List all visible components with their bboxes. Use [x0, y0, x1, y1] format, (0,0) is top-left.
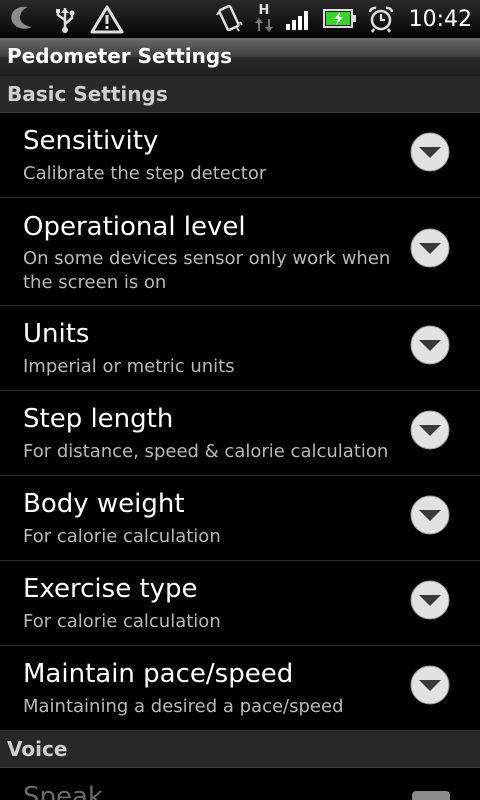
vibrate-icon: [215, 4, 243, 34]
speak-checkbox[interactable]: [412, 791, 450, 800]
pref-summary: For calorie calculation: [23, 611, 221, 632]
pref-summary: For distance, speed & calorie calculatio…: [23, 441, 389, 462]
clock: 10:42: [408, 6, 472, 32]
dropdown-arrow-icon[interactable]: [410, 495, 450, 535]
data-transfer-icon: H: [253, 2, 275, 36]
pref-step-length[interactable]: Step length For distance, speed & calori…: [0, 391, 480, 476]
pref-summary: Calibrate the step detector: [23, 163, 267, 184]
pref-body-weight[interactable]: Body weight For calorie calculation: [0, 476, 480, 561]
battery-charging-icon: [322, 8, 357, 30]
pref-speak[interactable]: Speak: [0, 768, 480, 800]
pref-title: Sensitivity: [23, 126, 159, 156]
pref-maintain-pace[interactable]: Maintain pace/speed Maintaining a desire…: [0, 646, 480, 731]
pref-exercise-type[interactable]: Exercise type For calorie calculation: [0, 561, 480, 646]
dropdown-arrow-icon[interactable]: [410, 132, 450, 172]
pref-summary: Imperial or metric units: [23, 356, 235, 377]
dropdown-arrow-icon[interactable]: [410, 410, 450, 450]
pref-title: Speak: [23, 782, 103, 800]
app-icon: [6, 4, 40, 34]
category-label: Basic Settings: [7, 82, 168, 106]
pref-title: Exercise type: [23, 574, 198, 604]
warning-icon: [90, 4, 124, 34]
category-basic-settings: Basic Settings: [0, 76, 480, 113]
status-bar: H 10:42: [0, 0, 480, 38]
pref-summary: On some devices sensor only work when th…: [23, 248, 391, 293]
pref-title: Body weight: [23, 489, 185, 519]
dropdown-arrow-icon[interactable]: [410, 580, 450, 620]
pref-operational-level[interactable]: Operational level On some devices sensor…: [0, 198, 480, 306]
dropdown-arrow-icon[interactable]: [410, 228, 450, 268]
category-label: Voice: [7, 737, 68, 761]
dropdown-arrow-icon[interactable]: [410, 665, 450, 705]
pref-title: Units: [23, 319, 90, 349]
signal-icon: [285, 6, 313, 32]
pref-title: Step length: [23, 404, 174, 434]
pref-sensitivity[interactable]: Sensitivity Calibrate the step detector: [0, 112, 480, 198]
page-title: Pedometer Settings: [7, 44, 233, 68]
svg-text:H: H: [258, 3, 269, 18]
title-bar: Pedometer Settings: [0, 38, 480, 77]
dropdown-arrow-icon[interactable]: [410, 325, 450, 365]
pref-title: Operational level: [23, 212, 246, 242]
pref-summary: For calorie calculation: [23, 526, 221, 547]
category-voice: Voice: [0, 731, 480, 768]
usb-icon: [54, 4, 76, 34]
pref-units[interactable]: Units Imperial or metric units: [0, 306, 480, 391]
pref-summary: Maintaining a desired a pace/speed: [23, 696, 344, 717]
pref-title: Maintain pace/speed: [23, 659, 294, 689]
alarm-icon: [367, 5, 395, 33]
